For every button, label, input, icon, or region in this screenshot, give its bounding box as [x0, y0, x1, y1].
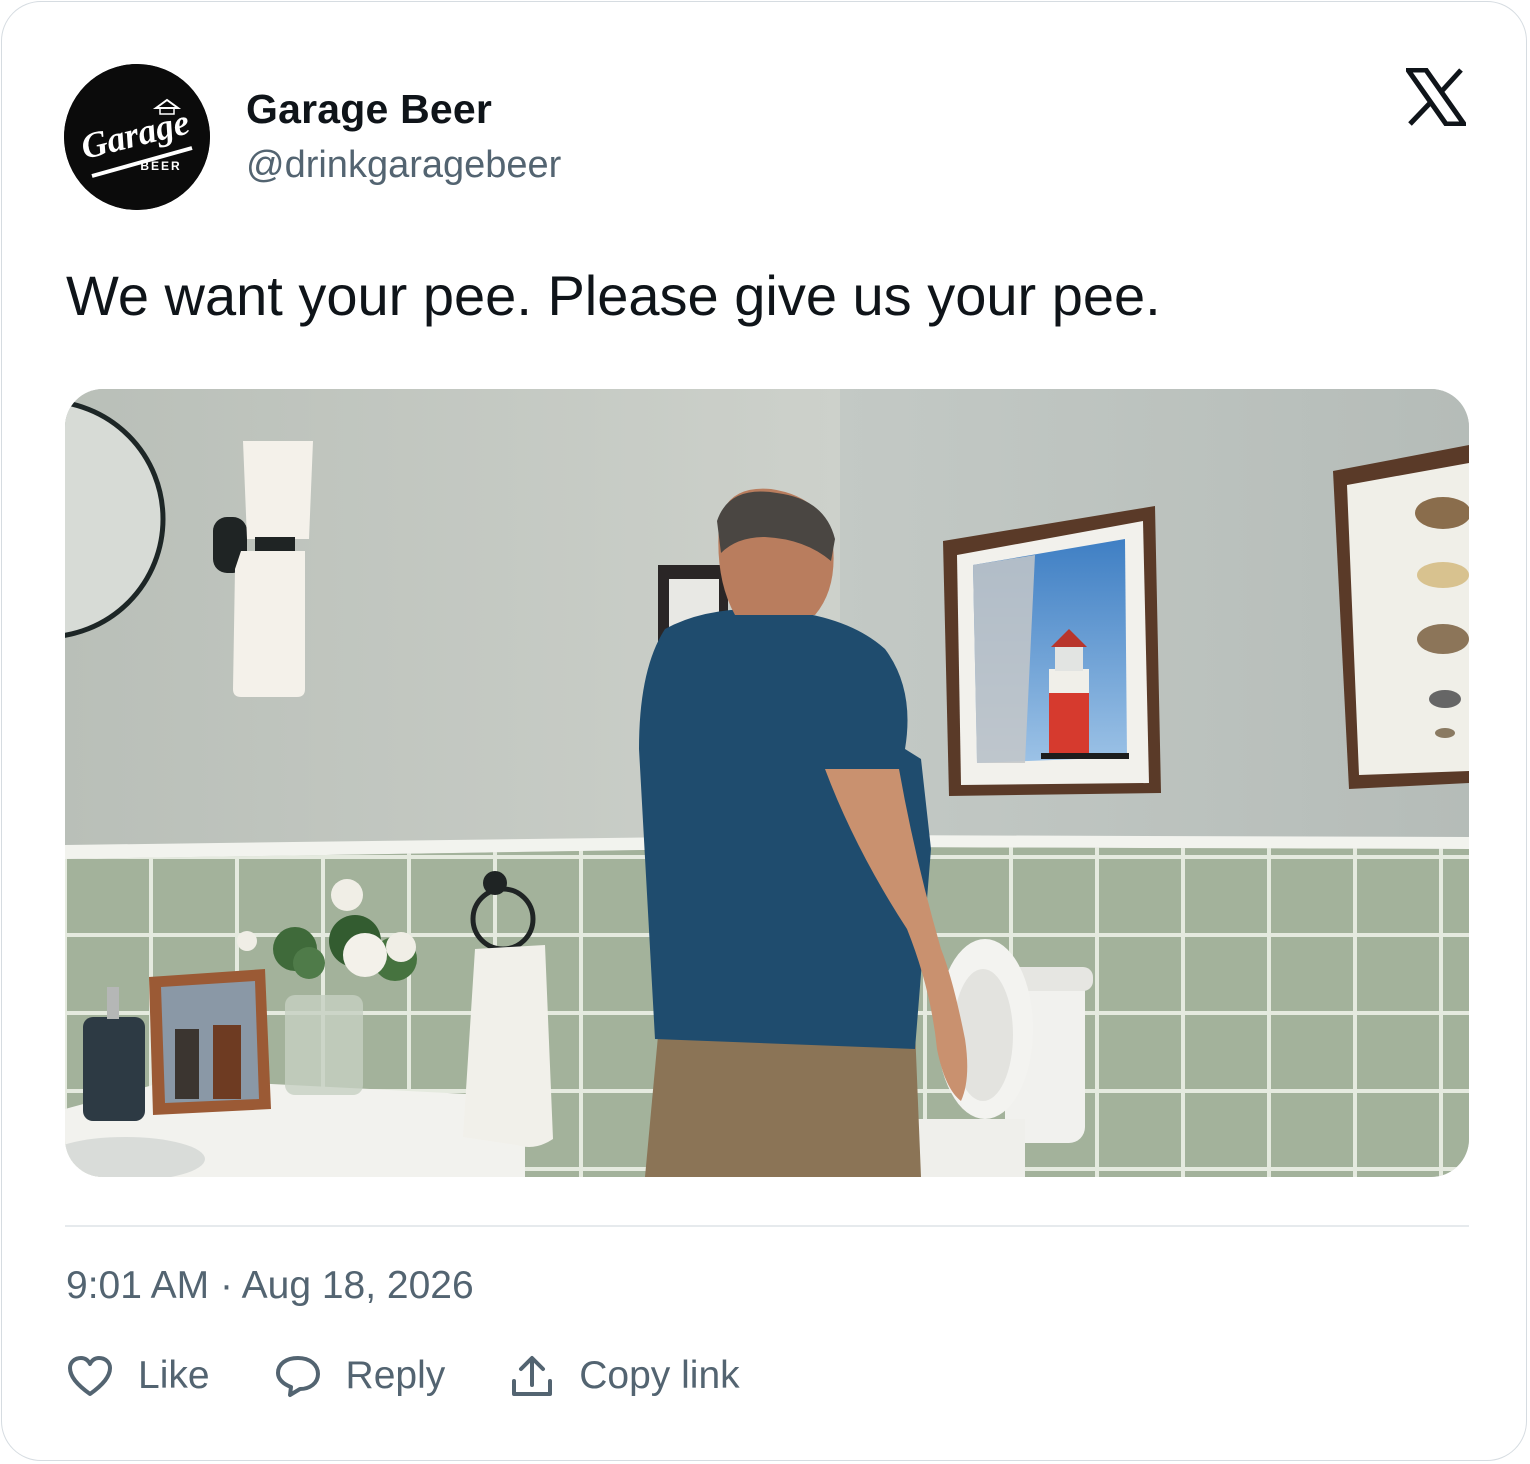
tweet-time: 9:01 AM: [66, 1264, 210, 1307]
share-upload-icon: [512, 1356, 553, 1396]
like-label: Like: [138, 1354, 210, 1397]
reply-bubble-icon: [275, 1356, 320, 1397]
x-logo-icon[interactable]: [1403, 67, 1469, 127]
author-display-name[interactable]: Garage Beer: [246, 86, 492, 133]
bathroom-scene-image: [65, 389, 1469, 1177]
garage-beer-logo-icon: Garage BEER: [64, 64, 210, 210]
tweet-actions: Like Reply Copy link: [66, 1346, 804, 1406]
author-avatar[interactable]: Garage BEER: [64, 64, 210, 210]
reply-button[interactable]: Reply: [274, 1354, 446, 1398]
like-button[interactable]: Like: [66, 1354, 210, 1398]
tweet-timestamp[interactable]: 9:01 AM · Aug 18, 2026: [66, 1264, 474, 1308]
copy-link-label: Copy link: [579, 1354, 740, 1397]
reply-label: Reply: [345, 1354, 446, 1397]
copy-link-button[interactable]: Copy link: [509, 1353, 740, 1399]
heart-icon: [68, 1356, 112, 1396]
author-handle[interactable]: @drinkgaragebeer: [246, 144, 561, 187]
tweet-date: Aug 18, 2026: [241, 1264, 474, 1307]
svg-text:BEER: BEER: [140, 159, 181, 173]
timestamp-separator: ·: [219, 1264, 233, 1307]
divider: [65, 1225, 1469, 1227]
tweet-card: Garage BEER Garage Beer @drinkgaragebeer…: [1, 1, 1527, 1461]
tweet-media[interactable]: [65, 389, 1469, 1177]
tweet-text: We want your pee. Please give us your pe…: [66, 264, 1161, 327]
